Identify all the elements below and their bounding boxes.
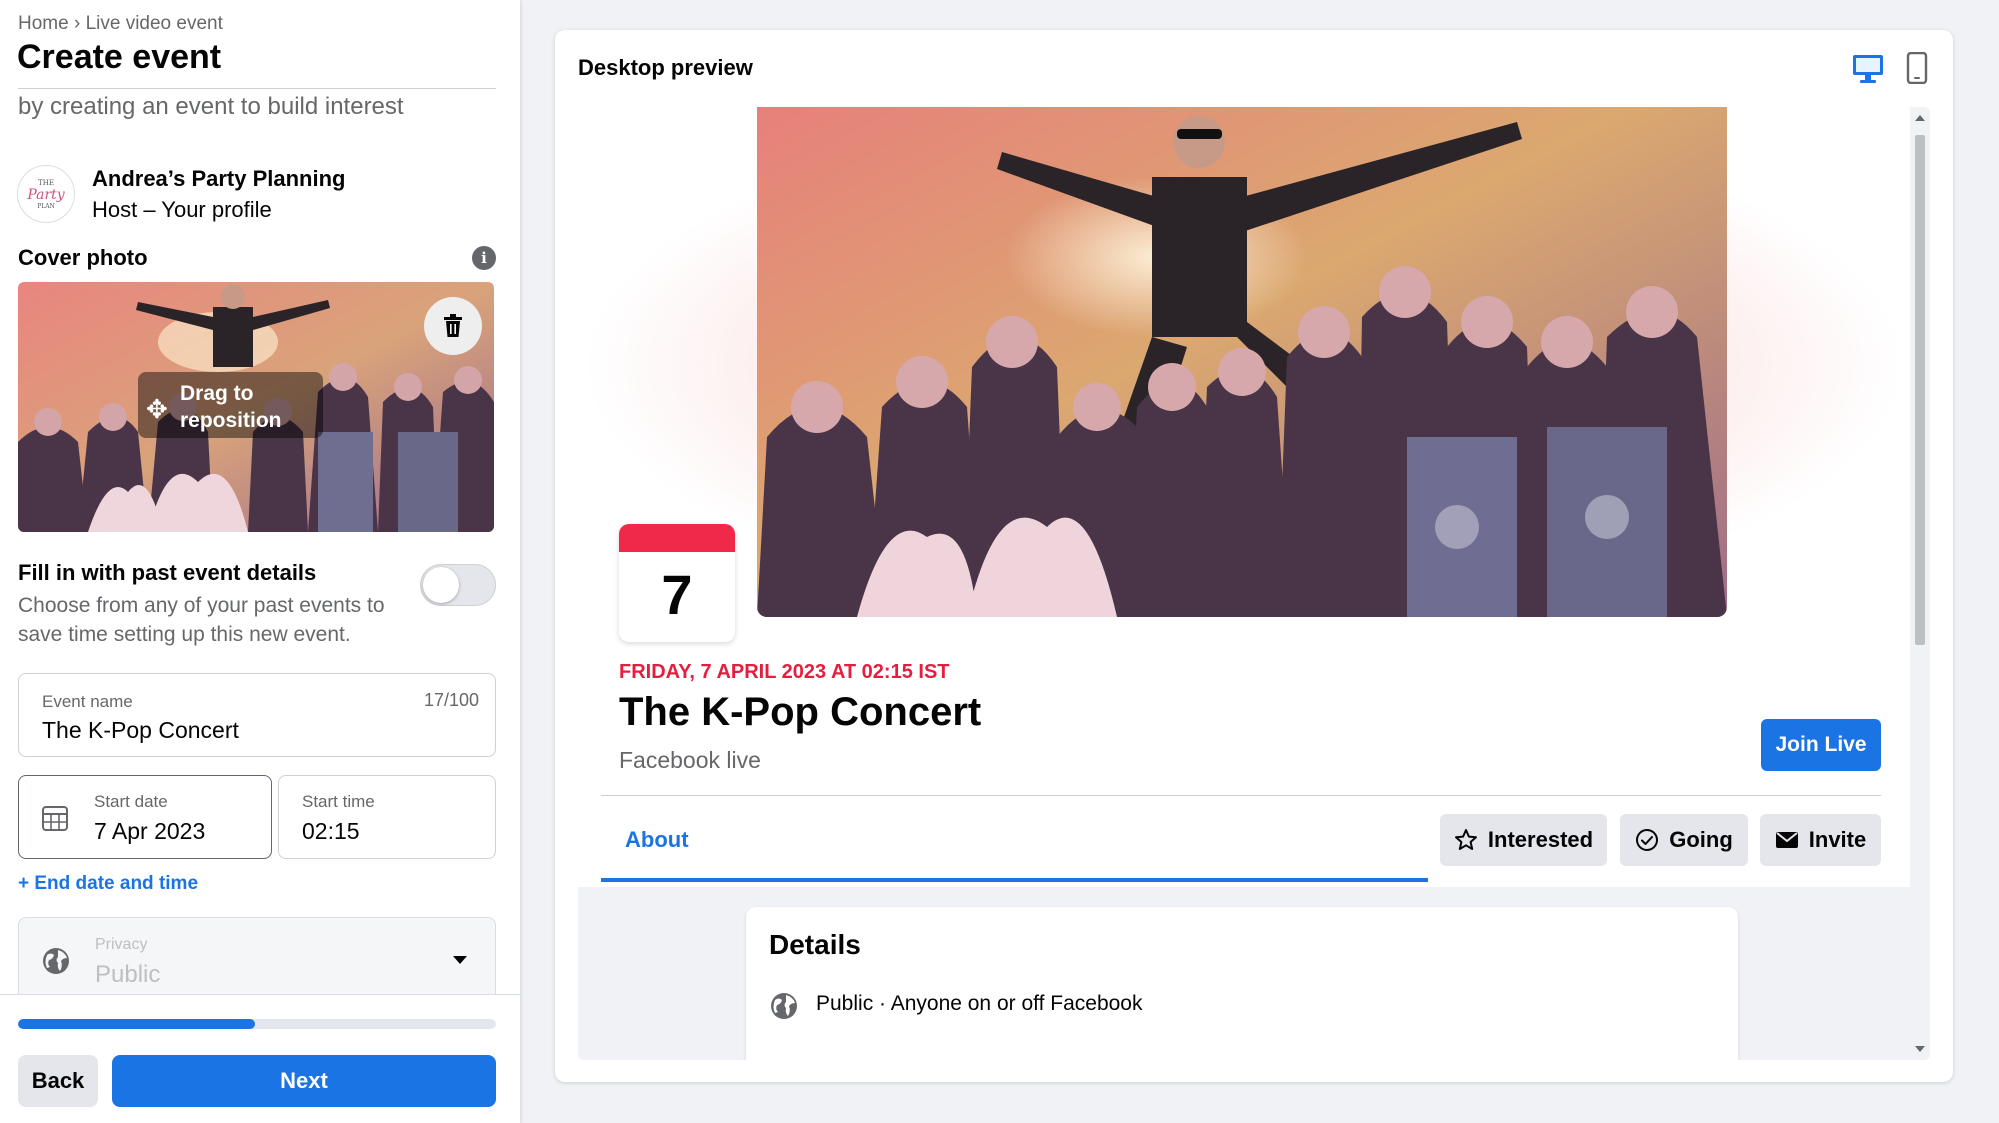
- going-button[interactable]: Going: [1620, 814, 1748, 866]
- start-time-field[interactable]: Start time 02:15: [278, 775, 496, 859]
- back-button[interactable]: Back: [18, 1055, 98, 1107]
- start-date-field[interactable]: Start date 7 Apr 2023: [18, 775, 272, 859]
- event-datetime: FRIDAY, 7 APRIL 2023 AT 02:15 IST: [619, 661, 950, 683]
- start-date-label: Start date: [94, 792, 168, 811]
- delete-cover-button[interactable]: [424, 297, 482, 355]
- info-icon[interactable]: i: [472, 246, 496, 270]
- event-name-char-count: 17/100: [423, 690, 479, 710]
- check-circle-icon: [1636, 829, 1659, 851]
- breadcrumb[interactable]: Home › Live video event: [18, 13, 223, 35]
- event-name-value[interactable]: The K-Pop Concert: [42, 717, 239, 744]
- header-divider: [601, 795, 1881, 796]
- drag-hint-line2: reposition: [180, 409, 282, 432]
- avatar-logo-text-bottom: PLAN: [37, 202, 55, 210]
- drag-hint-line1: Drag to: [180, 382, 254, 405]
- date-badge-day: 7: [661, 563, 693, 626]
- event-header: 7 FRIDAY, 7 APRIL 2023 AT 02:15 IST The …: [578, 107, 1910, 887]
- scroll-up-arrow[interactable]: [1915, 115, 1925, 121]
- date-badge: 7: [619, 524, 735, 642]
- progress-bar: [18, 1019, 496, 1029]
- interested-label: Interested: [1487, 827, 1594, 852]
- add-end-date-link[interactable]: + End date and time: [18, 873, 198, 895]
- event-name-label: Event name: [42, 692, 133, 711]
- progress-fill: [18, 1019, 255, 1029]
- fill-past-description: Choose from any of your past events to s…: [18, 594, 385, 646]
- event-preview-frame: 7 FRIDAY, 7 APRIL 2023 AT 02:15 IST The …: [578, 107, 1930, 1060]
- next-button[interactable]: Next: [112, 1055, 496, 1107]
- move-icon: ✥: [146, 394, 168, 424]
- avatar-logo-text-main: Party: [27, 186, 65, 203]
- cover-photo-large: [757, 107, 1727, 617]
- host-avatar: THE Party PLAN: [17, 165, 75, 223]
- scroll-down-arrow[interactable]: [1915, 1046, 1925, 1052]
- envelope-icon: [1775, 832, 1798, 848]
- interested-button[interactable]: Interested: [1440, 814, 1607, 866]
- calendar-icon: [42, 806, 68, 831]
- start-date-value[interactable]: 7 Apr 2023: [94, 818, 205, 845]
- chevron-down-icon: [453, 956, 467, 964]
- event-subtitle: Facebook live: [619, 747, 761, 773]
- globe-icon: [771, 993, 797, 1019]
- date-badge-header: [619, 524, 735, 552]
- host-role: Host – Your profile: [92, 197, 272, 222]
- create-event-panel: Home › Live video event Create event by …: [0, 0, 520, 1123]
- invite-button[interactable]: Invite: [1760, 814, 1881, 866]
- event-title: The K-Pop Concert: [619, 690, 982, 734]
- star-icon: [1454, 829, 1477, 850]
- privacy-value: Public: [95, 961, 161, 988]
- avatar-logo-text-top: THE: [38, 178, 54, 187]
- event-name-field[interactable]: Event name 17/100 The K-Pop Concert: [18, 673, 496, 757]
- invite-label: Invite: [1808, 827, 1867, 852]
- desktop-icon[interactable]: [1852, 54, 1884, 84]
- preview-title: Desktop preview: [578, 55, 753, 80]
- tab-about[interactable]: About: [625, 827, 689, 853]
- join-live-button[interactable]: Join Live: [1761, 719, 1881, 771]
- footer-bar: Back Next: [0, 994, 520, 1123]
- privacy-label: Privacy: [95, 936, 148, 953]
- preview-card: Desktop preview 7 FRIDAY, 7 APRIL 2023 A…: [555, 30, 1953, 1082]
- page-title: Create event: [17, 38, 222, 76]
- globe-icon: [43, 948, 69, 974]
- scroll-thumb[interactable]: [1915, 135, 1925, 645]
- tab-about-indicator: [601, 878, 1428, 882]
- drag-reposition-hint: ✥ Drag to reposition: [138, 372, 323, 438]
- mobile-icon[interactable]: [1906, 52, 1928, 84]
- trash-icon: [444, 314, 462, 337]
- details-privacy-text: Public · Anyone on or off Facebook: [816, 992, 1143, 1015]
- details-card: Details Public · Anyone on or off Facebo…: [746, 907, 1738, 1060]
- start-time-label: Start time: [302, 792, 375, 811]
- details-title: Details: [769, 929, 861, 960]
- cover-photo-thumbnail[interactable]: ✥ Drag to reposition: [18, 282, 494, 532]
- fill-past-title: Fill in with past event details: [18, 560, 317, 585]
- going-label: Going: [1669, 827, 1733, 852]
- start-time-value[interactable]: 02:15: [302, 818, 360, 845]
- event-cover-photo: [757, 107, 1727, 617]
- toggle-knob: [423, 567, 459, 603]
- host-name: Andrea’s Party Planning: [92, 166, 346, 191]
- fill-past-toggle[interactable]: [420, 564, 496, 606]
- title-divider: [18, 88, 496, 89]
- cover-photo-label: Cover photo: [18, 245, 148, 270]
- preview-scrollbar[interactable]: [1910, 107, 1930, 1060]
- intro-text: by creating an event to build interest: [18, 93, 404, 120]
